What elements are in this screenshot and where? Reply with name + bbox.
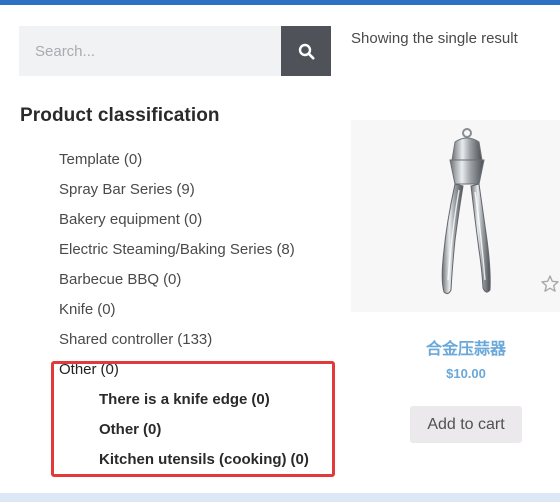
subcategory-item-kitchen-utensils[interactable]: Kitchen utensils (cooking) (0)	[99, 448, 309, 478]
category-item-spray-bar-series[interactable]: Spray Bar Series (9)	[59, 178, 309, 208]
category-label: Bakery equipment	[59, 211, 180, 228]
category-count: (8)	[276, 241, 295, 258]
search-button[interactable]	[281, 26, 331, 76]
category-item-shared-controller[interactable]: Shared controller (133)	[59, 328, 309, 358]
garlic-press-image	[441, 128, 491, 295]
category-count: (0)	[183, 211, 203, 228]
star-outline-icon[interactable]	[540, 274, 560, 294]
category-list: Template (0) Spray Bar Series (9) Bakery e…	[59, 148, 309, 478]
category-label: Spray Bar Series	[59, 181, 173, 198]
search-form	[19, 26, 331, 76]
search-icon	[298, 43, 314, 59]
category-label: Template	[59, 151, 120, 168]
category-item-barbecue-bbq[interactable]: Barbecue BBQ (0)	[59, 268, 309, 298]
subcategory-item-knife-edge[interactable]: There is a knife edge (0)	[99, 388, 309, 418]
product-image[interactable]	[351, 120, 560, 312]
subcategory-count: (0)	[143, 421, 162, 438]
category-item-other[interactable]: Other (0)	[59, 358, 309, 388]
category-count: (0)	[123, 151, 143, 168]
subcategory-count: (0)	[251, 391, 270, 408]
category-count: (133)	[177, 331, 213, 348]
category-count: (0)	[100, 361, 119, 378]
category-count: (9)	[176, 181, 195, 198]
subcategory-item-other[interactable]: Other (0)	[99, 418, 309, 448]
category-label: Barbecue BBQ	[59, 271, 160, 288]
product-price: $10.00	[446, 366, 486, 381]
product-title-link[interactable]: 合金压蒜器	[351, 335, 560, 359]
category-label: Electric Steaming/Baking Series	[59, 241, 273, 258]
search-input[interactable]	[19, 26, 281, 76]
category-item-bakery-equipment[interactable]: Bakery equipment (0)	[59, 208, 309, 238]
category-item-knife[interactable]: Knife (0)	[59, 298, 309, 328]
product-classification-heading: Product classification	[20, 105, 220, 126]
subcategory-label: Other	[99, 421, 140, 438]
category-label: Shared controller	[59, 331, 174, 348]
category-count: (0)	[163, 271, 182, 288]
result-count-text: Showing the single result	[351, 30, 518, 47]
category-label: Other	[59, 361, 97, 378]
category-count: (0)	[97, 301, 116, 318]
category-label: Knife	[59, 301, 94, 318]
subcategory-list: There is a knife edge (0) Other (0) Kitche…	[59, 388, 309, 478]
bottom-footer-bar	[0, 493, 560, 502]
subcategory-count: (0)	[290, 451, 309, 468]
subcategory-label: There is a knife edge	[99, 391, 248, 408]
add-to-cart-button[interactable]: Add to cart	[410, 406, 522, 443]
category-item-template[interactable]: Template (0)	[59, 148, 309, 178]
subcategory-label: Kitchen utensils (cooking)	[99, 451, 287, 468]
top-accent-bar	[0, 0, 560, 5]
subcategory-group: There is a knife edge (0) Other (0) Kitche…	[59, 388, 309, 478]
category-item-electric-steaming-baking[interactable]: Electric Steaming/Baking Series (8)	[59, 238, 309, 268]
